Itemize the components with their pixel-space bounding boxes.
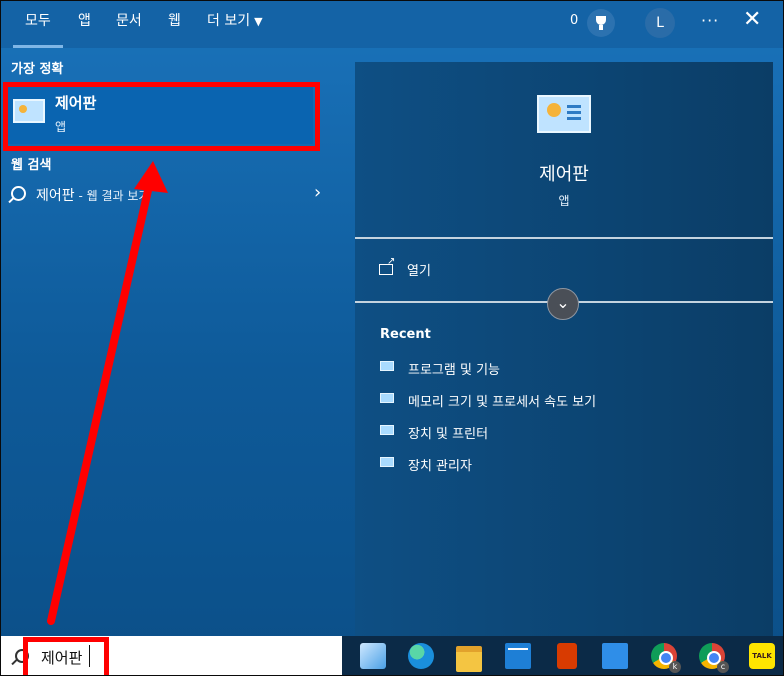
start-search-window: 모두 앱 문서 웹 더 보기 ▼ 0 L ··· ✕ 가장 정확 제어판 앱 웹 … [0, 0, 784, 676]
annotation-arrow [47, 161, 168, 625]
